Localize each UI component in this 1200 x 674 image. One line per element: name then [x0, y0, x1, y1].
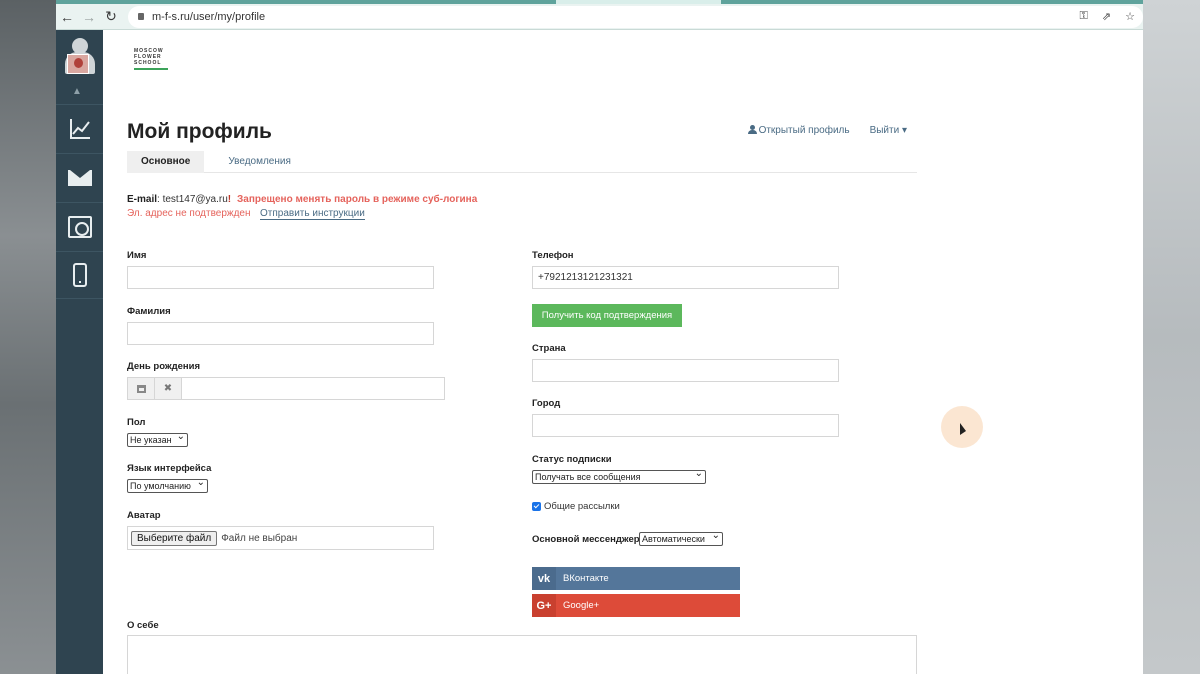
- school-logo[interactable]: MOSCOW FLOWER SCHOOL: [134, 48, 168, 70]
- reload-icon[interactable]: ↻: [100, 6, 122, 28]
- language-select[interactable]: По умолчанию: [127, 477, 208, 493]
- alert-mark: !: [227, 194, 232, 205]
- city-input[interactable]: [532, 414, 839, 437]
- clear-date-button[interactable]: ✖: [155, 378, 182, 399]
- avatar-label: Аватар: [127, 510, 161, 521]
- google-plus-icon: G+: [532, 594, 556, 617]
- share-icon[interactable]: ⇗: [1102, 10, 1111, 23]
- safe-icon: [67, 215, 92, 238]
- phone-input[interactable]: +7921213121231321: [532, 266, 839, 289]
- phone-label: Телефон: [532, 250, 574, 261]
- newsletters-checkbox[interactable]: [532, 502, 541, 511]
- app-sidebar: ▲: [56, 30, 103, 674]
- messenger-select[interactable]: Автоматически: [639, 530, 723, 546]
- chart-icon: [69, 118, 90, 139]
- file-status: Файл не выбран: [221, 532, 298, 544]
- tab-notifications[interactable]: Уведомления: [214, 151, 305, 173]
- get-code-button[interactable]: Получить код подтверждения: [532, 304, 682, 327]
- mouse-cursor-icon: [960, 423, 966, 435]
- url-text: m-f-s.ru/user/my/profile: [152, 10, 266, 23]
- subscription-select[interactable]: Получать все сообщения: [532, 468, 706, 484]
- sidebar-item-safe[interactable]: [56, 202, 103, 250]
- back-arrow-icon[interactable]: ←: [56, 6, 78, 28]
- background-left: [0, 0, 56, 674]
- vk-icon: vk: [532, 567, 556, 590]
- calendar-button[interactable]: [128, 378, 155, 399]
- background-right: [1143, 0, 1200, 674]
- vk-connect-button[interactable]: vk ВКонтакте: [532, 567, 740, 590]
- password-warning: Запрещено менять пароль в режиме суб-лог…: [237, 194, 478, 205]
- logout-dropdown[interactable]: Выйти ▾: [870, 125, 907, 136]
- user-avatar[interactable]: [63, 38, 97, 78]
- sidebar-item-stats[interactable]: [56, 104, 103, 152]
- about-label: О себе: [127, 620, 159, 631]
- birthday-field: ✖: [127, 377, 445, 400]
- bookmark-star-icon[interactable]: ☆: [1125, 10, 1135, 23]
- name-input[interactable]: [127, 266, 434, 289]
- user-icon: [747, 125, 757, 134]
- gender-select[interactable]: Не указан: [127, 431, 188, 447]
- country-input[interactable]: [532, 359, 839, 382]
- sidebar-item-messages[interactable]: [56, 153, 103, 201]
- messenger-label: Основной мессенджер: [532, 534, 640, 545]
- about-textarea[interactable]: [127, 635, 917, 674]
- profile-tabs: Основное Уведомления: [127, 151, 917, 173]
- close-icon: ✖: [163, 383, 173, 394]
- tab-main[interactable]: Основное: [127, 151, 205, 173]
- email-unverified-notice: Эл. адрес не подтвержден: [127, 208, 251, 219]
- calendar-icon: [136, 384, 146, 393]
- birthday-label: День рождения: [127, 361, 201, 372]
- mail-icon: [67, 169, 92, 186]
- gender-label: Пол: [127, 417, 146, 428]
- avatar-file-input: Выберите файл Файл не выбран: [127, 526, 434, 550]
- newsletters-option[interactable]: Общие рассылки: [532, 501, 620, 512]
- send-instructions-link[interactable]: Отправить инструкции: [260, 208, 365, 220]
- google-connect-button[interactable]: G+ Google+: [532, 594, 740, 617]
- choose-file-button[interactable]: Выберите файл: [131, 530, 218, 546]
- surname-input[interactable]: [127, 322, 434, 345]
- subscription-label: Статус подписки: [532, 454, 612, 465]
- page-title: Мой профиль: [127, 120, 272, 143]
- surname-label: Фамилия: [127, 306, 171, 317]
- open-profile-link[interactable]: Открытый профиль: [747, 125, 850, 136]
- language-label: Язык интерфейса: [127, 463, 212, 474]
- sidebar-item-mobile[interactable]: [56, 251, 103, 299]
- birthday-input[interactable]: [182, 378, 444, 399]
- email-info: E-mail: test147@ya.ru!: [127, 194, 232, 205]
- newsletters-label: Общие рассылки: [544, 501, 620, 512]
- city-label: Город: [532, 398, 561, 409]
- profile-page: MOSCOW FLOWER SCHOOL Мой профиль Открыты…: [103, 30, 1143, 674]
- name-label: Имя: [127, 250, 147, 261]
- lock-icon: [138, 13, 144, 20]
- phone-icon: [72, 263, 87, 287]
- key-icon[interactable]: ⚿: [1080, 10, 1088, 23]
- megaphone-icon[interactable]: ▲: [72, 86, 86, 97]
- address-bar[interactable]: m-f-s.ru/user/my/profile: [128, 5, 1143, 28]
- avatar-photo: [67, 54, 89, 74]
- browser-toolbar: ← → ↻ m-f-s.ru/user/my/profile ⚿ ⇗ ☆: [56, 4, 1143, 30]
- forward-arrow-icon[interactable]: →: [78, 6, 100, 28]
- country-label: Страна: [532, 343, 566, 354]
